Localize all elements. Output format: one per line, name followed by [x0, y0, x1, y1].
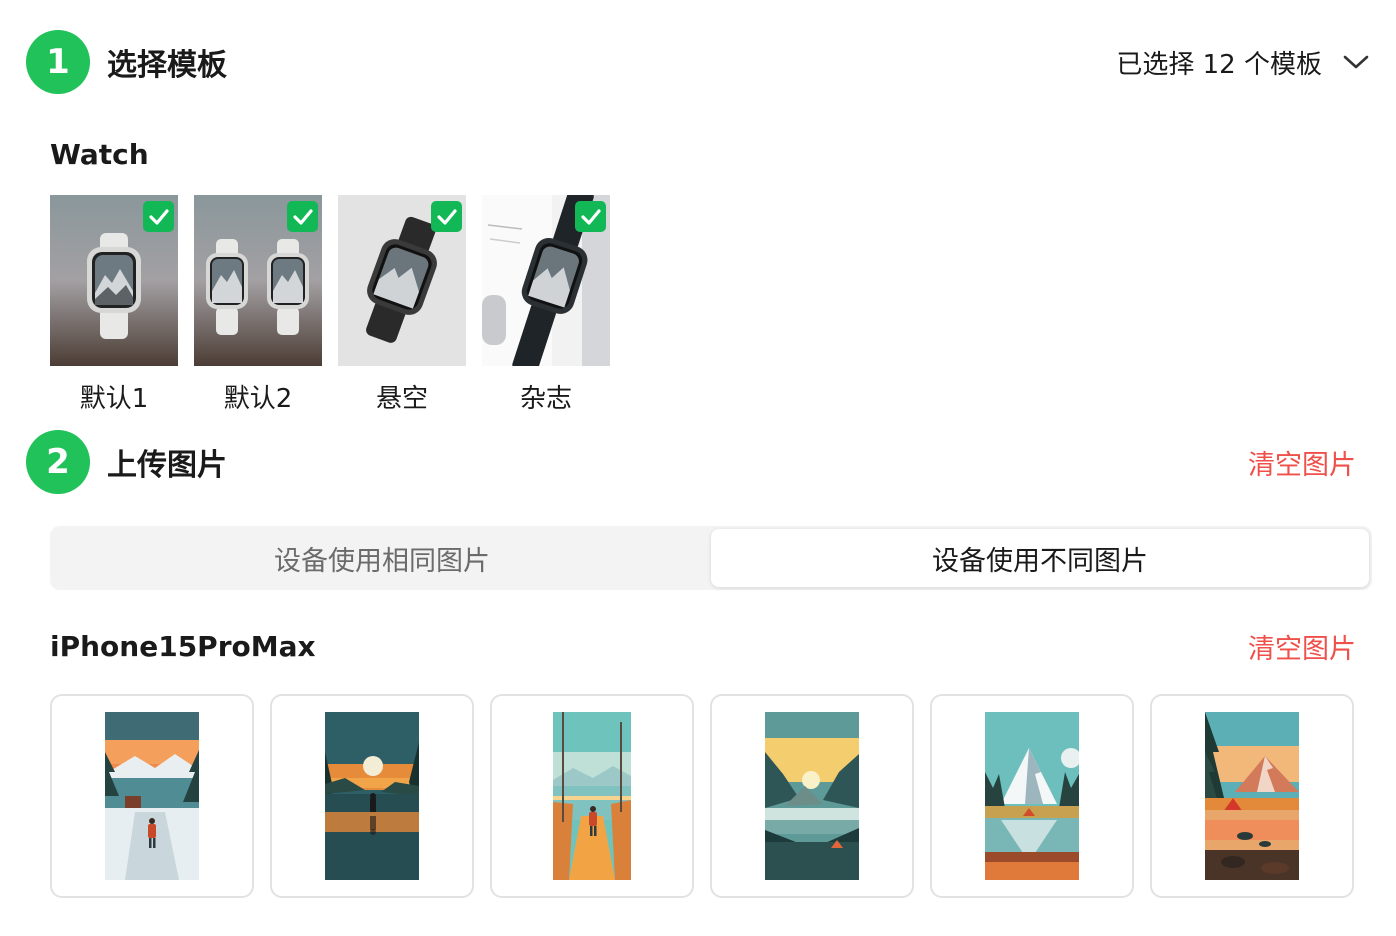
image-slot[interactable] [490, 694, 694, 898]
template-thumbnail [50, 195, 178, 366]
template-name: 杂志 [519, 384, 572, 414]
step-number-badge: 2 [26, 430, 90, 494]
template-item[interactable]: 杂志 [482, 195, 610, 415]
wallpaper-thumbnail [325, 712, 419, 880]
same-image-option[interactable]: 设备使用相同图片 [53, 529, 711, 587]
template-thumbnail [194, 195, 322, 366]
watch-template-list: 默认1 默认2 悬空 杂志 [50, 195, 610, 415]
watch-group-title: Watch [50, 138, 149, 171]
device-image-grid [50, 694, 1354, 898]
image-slot[interactable] [50, 694, 254, 898]
step-title: 选择模板 [107, 48, 227, 83]
different-image-option[interactable]: 设备使用不同图片 [711, 529, 1369, 587]
checked-icon[interactable] [431, 201, 462, 232]
wallpaper-thumbnail [1205, 712, 1299, 880]
template-selection-dropdown[interactable]: 已选择 12 个模板 [1116, 44, 1370, 81]
clear-all-images-button[interactable]: 清空图片 [1248, 443, 1356, 482]
template-item[interactable]: 默认1 [50, 195, 178, 415]
template-name: 默认2 [223, 384, 293, 414]
template-item[interactable]: 默认2 [194, 195, 322, 415]
checked-icon[interactable] [143, 201, 174, 232]
device-header: iPhone15ProMax 清空图片 [50, 618, 1360, 674]
image-slot[interactable] [930, 694, 1134, 898]
image-slot[interactable] [1150, 694, 1354, 898]
checked-icon[interactable] [575, 201, 606, 232]
image-slot[interactable] [710, 694, 914, 898]
step-1-header: 1 选择模板 已选择 12 个模板 [26, 28, 1370, 96]
wallpaper-thumbnail [985, 712, 1079, 880]
step-2-actions: 清空图片 [1248, 443, 1370, 482]
step-title: 上传图片 [107, 448, 227, 483]
wallpaper-thumbnail [105, 712, 199, 880]
template-thumbnail [338, 195, 466, 366]
step-2-header: 2 上传图片 清空图片 [26, 428, 1370, 496]
chevron-down-icon[interactable] [1342, 48, 1370, 76]
wallpaper-thumbnail [553, 712, 631, 880]
step-number-badge: 1 [26, 30, 90, 94]
template-name: 默认1 [79, 384, 149, 414]
template-name: 悬空 [375, 384, 428, 414]
template-item[interactable]: 悬空 [338, 195, 466, 415]
template-thumbnail [482, 195, 610, 366]
image-slot[interactable] [270, 694, 474, 898]
wallpaper-thumbnail [765, 712, 859, 880]
clear-device-images-button[interactable]: 清空图片 [1248, 627, 1356, 666]
device-name: iPhone15ProMax [50, 629, 316, 663]
selected-count-label: 已选择 12 个模板 [1116, 49, 1322, 80]
image-mode-toggle: 设备使用相同图片 设备使用不同图片 [50, 526, 1372, 590]
checked-icon[interactable] [287, 201, 318, 232]
